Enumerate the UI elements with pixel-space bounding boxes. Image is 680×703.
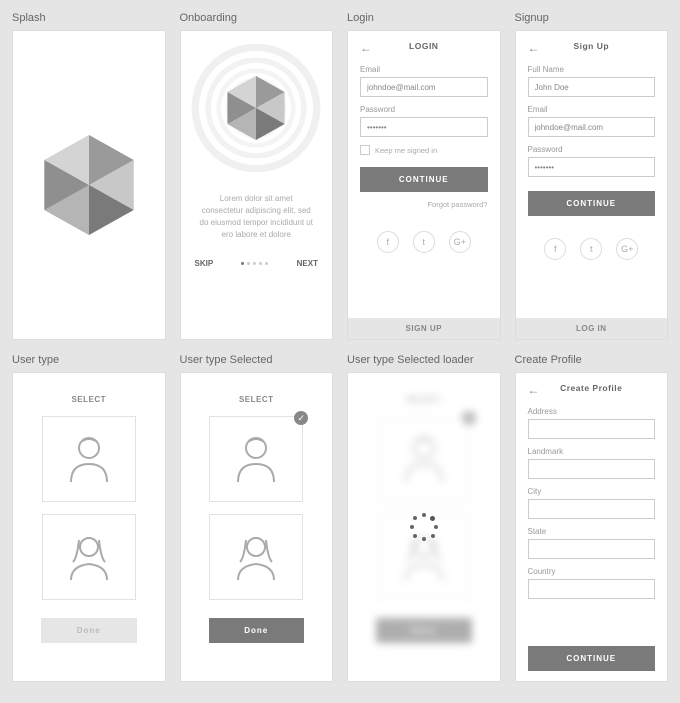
keep-signed-checkbox[interactable] — [360, 145, 370, 155]
signup-header: Sign Up — [573, 41, 609, 51]
female-avatar-icon — [65, 530, 113, 584]
back-icon[interactable]: ← — [528, 383, 540, 397]
onboarding-cell: Onboarding Lorem dolor sit amet consecte… — [180, 12, 334, 340]
password-label: Password — [528, 145, 656, 154]
user-type-male[interactable] — [42, 416, 136, 502]
signup-bar[interactable]: SIGN UP — [348, 318, 500, 339]
back-icon[interactable]: ← — [360, 41, 372, 55]
state-field[interactable] — [528, 539, 656, 559]
splash-title: Splash — [12, 12, 166, 24]
user-type-loader-title: User type Selected loader — [347, 354, 501, 366]
user-type-loader-screen: SELECT ✓ Done — [347, 372, 501, 682]
twitter-icon[interactable]: t — [413, 231, 435, 253]
landmark-label: Landmark — [528, 447, 656, 456]
city-label: City — [528, 487, 656, 496]
continue-button[interactable]: CONTINUE — [360, 167, 488, 192]
signup-cell: Signup ← Sign Up Full Name Email Passwor… — [515, 12, 669, 340]
user-type-screen: SELECT Done — [12, 372, 166, 682]
loading-spinner-icon — [410, 513, 438, 541]
user-type-loader-cell: User type Selected loader SELECT ✓ Done — [347, 354, 501, 682]
login-cell: Login ← LOGIN Email Password Keep me sig… — [347, 12, 501, 340]
user-type-cell: User type SELECT Done — [12, 354, 166, 682]
password-field[interactable] — [360, 117, 488, 137]
facebook-icon[interactable]: f — [544, 238, 566, 260]
login-title: Login — [347, 12, 501, 24]
splash-screen — [12, 30, 166, 340]
continue-button[interactable]: CONTINUE — [528, 646, 656, 671]
user-type-selected-screen: SELECT ✓ Done — [180, 372, 334, 682]
user-type-male[interactable]: ✓ — [209, 416, 303, 502]
user-type-selected-title: User type Selected — [180, 354, 334, 366]
onboarding-body: Lorem dolor sit amet consectetur adipisc… — [181, 173, 333, 251]
checkmark-icon: ✓ — [294, 411, 308, 425]
google-icon[interactable]: G+ — [616, 238, 638, 260]
email-field[interactable] — [360, 77, 488, 97]
done-button[interactable]: Done — [209, 618, 305, 643]
city-field[interactable] — [528, 499, 656, 519]
app-logo-icon — [224, 76, 288, 140]
male-avatar-icon — [232, 432, 280, 486]
login-screen: ← LOGIN Email Password Keep me signed in… — [347, 30, 501, 340]
create-profile-cell: Create Profile ← Create Profile Address … — [515, 354, 669, 682]
state-label: State — [528, 527, 656, 536]
male-avatar-icon — [65, 432, 113, 486]
create-profile-screen: ← Create Profile Address Landmark City S… — [515, 372, 669, 682]
twitter-icon[interactable]: t — [580, 238, 602, 260]
select-label: SELECT — [13, 395, 165, 404]
select-label: SELECT — [181, 395, 333, 404]
page-dots — [241, 262, 268, 265]
fullname-field[interactable] — [528, 77, 656, 97]
skip-button[interactable]: SKIP — [195, 259, 214, 268]
onboarding-screen: Lorem dolor sit amet consectetur adipisc… — [180, 30, 334, 340]
female-avatar-icon — [232, 530, 280, 584]
user-type-female[interactable] — [42, 514, 136, 600]
signup-title: Signup — [515, 12, 669, 24]
fullname-label: Full Name — [528, 65, 656, 74]
logo-rings — [191, 43, 321, 173]
back-icon[interactable]: ← — [528, 41, 540, 55]
signup-screen: ← Sign Up Full Name Email Password CONTI… — [515, 30, 669, 340]
next-button[interactable]: NEXT — [297, 259, 318, 268]
google-icon[interactable]: G+ — [449, 231, 471, 253]
create-profile-title: Create Profile — [515, 354, 669, 366]
user-type-title: User type — [12, 354, 166, 366]
continue-button[interactable]: CONTINUE — [528, 191, 656, 216]
email-label: Email — [360, 65, 488, 74]
login-bar[interactable]: LOG IN — [516, 318, 668, 339]
user-type-selected-cell: User type Selected SELECT ✓ Done — [180, 354, 334, 682]
password-field[interactable] — [528, 157, 656, 177]
forgot-password-link[interactable]: Forgot password? — [360, 200, 488, 209]
user-type-female[interactable] — [209, 514, 303, 600]
onboarding-title: Onboarding — [180, 12, 334, 24]
create-profile-header: Create Profile — [560, 383, 622, 393]
landmark-field[interactable] — [528, 459, 656, 479]
app-logo-icon — [39, 135, 139, 235]
facebook-icon[interactable]: f — [377, 231, 399, 253]
password-label: Password — [360, 105, 488, 114]
country-field[interactable] — [528, 579, 656, 599]
login-header: LOGIN — [409, 41, 438, 51]
address-label: Address — [528, 407, 656, 416]
address-field[interactable] — [528, 419, 656, 439]
keep-signed-label: Keep me signed in — [375, 146, 437, 155]
country-label: Country — [528, 567, 656, 576]
email-field[interactable] — [528, 117, 656, 137]
splash-cell: Splash — [12, 12, 166, 340]
email-label: Email — [528, 105, 656, 114]
done-button[interactable]: Done — [41, 618, 137, 643]
